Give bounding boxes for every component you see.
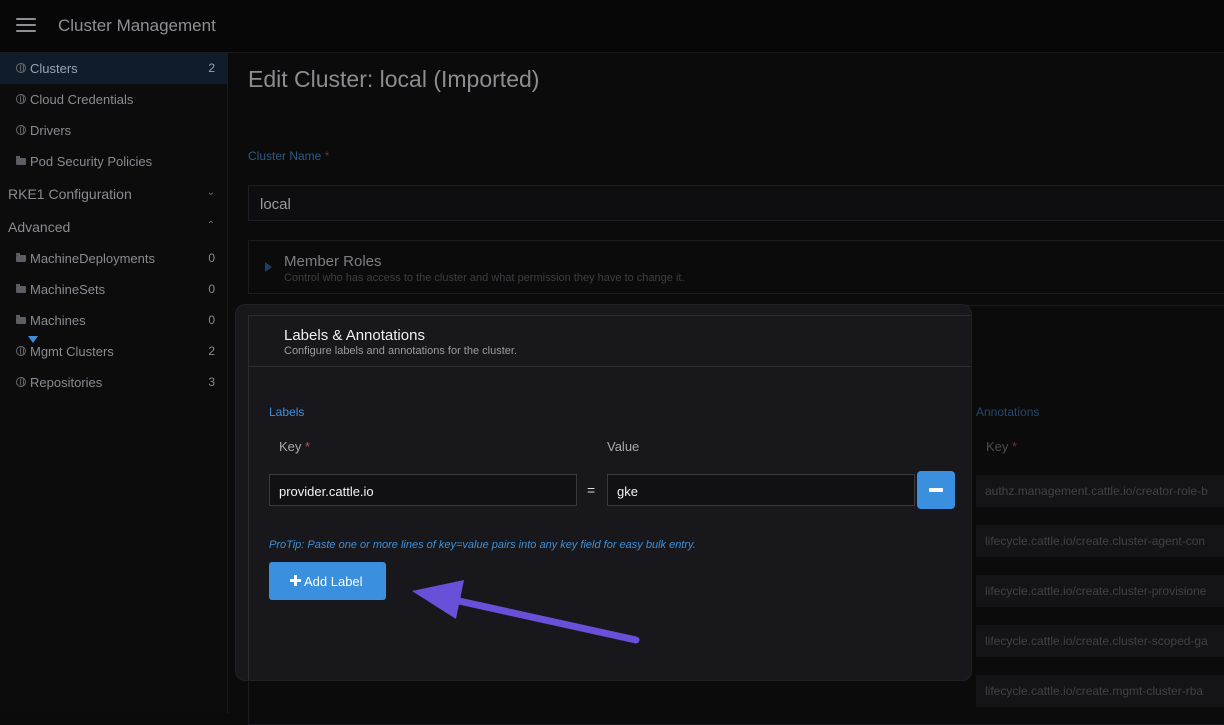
globe-icon	[16, 125, 26, 135]
labels-annotations-title: Labels & Annotations	[284, 327, 425, 344]
folder-icon	[16, 156, 26, 165]
cluster-name-label: Cluster Name *	[248, 149, 329, 163]
labels-annotations-header[interactable]: Labels & Annotations Configure labels an…	[248, 315, 971, 367]
sidebar-item-label: Repositories	[30, 375, 103, 390]
globe-icon	[16, 346, 26, 356]
sidebar-group-label: Advanced	[8, 219, 71, 235]
sidebar-item-repositories[interactable]: Repositories 3	[0, 367, 227, 398]
labels-annotations-panel: Labels & Annotations Configure labels an…	[236, 305, 971, 680]
sidebar-item-count: 0	[208, 282, 215, 296]
annotation-key-value: lifecycle.cattle.io/create.cluster-agent…	[985, 534, 1206, 548]
labels-annotations-subtitle: Configure labels and annotations for the…	[284, 345, 517, 357]
sidebar-group-rke1-configuration[interactable]: RKE1 Configuration ⌄	[0, 178, 227, 210]
labels-annotations-body	[248, 367, 971, 680]
sidebar-item-count: 0	[208, 251, 215, 265]
app-title: Cluster Management	[58, 16, 216, 35]
annotation-key-input[interactable]: authz.management.cattle.io/creator-role-…	[976, 475, 1224, 507]
annotations-key-header: Key *	[986, 439, 1017, 454]
sidebar: Clusters 2 Cloud Credentials Drivers Pod…	[0, 53, 228, 713]
add-label-button[interactable]: Add Label	[269, 562, 386, 600]
sidebar-group-label: RKE1 Configuration	[8, 186, 132, 202]
annotations-key-header-text: Key	[986, 439, 1009, 454]
folder-icon	[16, 253, 26, 262]
annotation-key-value: lifecycle.cattle.io/create.mgmt-cluster-…	[985, 684, 1204, 698]
plus-icon	[290, 575, 301, 586]
cluster-name-label-text: Cluster Name	[248, 149, 322, 163]
sidebar-item-count: 3	[208, 375, 215, 389]
key-column-header-text: Key	[279, 439, 302, 454]
sidebar-item-count: 2	[208, 61, 215, 75]
sidebar-item-clusters[interactable]: Clusters 2	[0, 53, 227, 84]
sidebar-item-label: Pod Security Policies	[30, 154, 153, 169]
label-value-input[interactable]: gke	[607, 474, 915, 506]
sidebar-item-cloud-credentials[interactable]: Cloud Credentials	[0, 84, 227, 115]
member-roles-subtitle: Control who has access to the cluster an…	[284, 272, 685, 284]
page-title: Edit Cluster: local (Imported)	[248, 66, 540, 92]
key-column-header: Key *	[279, 439, 310, 454]
chevron-up-icon: ⌃	[206, 220, 215, 231]
value-column-header: Value	[607, 439, 640, 454]
annotations-title: Annotations	[976, 405, 1040, 419]
sidebar-item-count: 2	[208, 344, 215, 358]
sidebar-item-label: Mgmt Clusters	[30, 344, 114, 359]
globe-icon	[16, 63, 26, 73]
expand-triangle-icon	[265, 262, 272, 272]
sidebar-item-machinedeployments[interactable]: MachineDeployments 0	[0, 243, 227, 274]
required-marker: *	[324, 149, 330, 163]
annotation-key-input[interactable]: lifecycle.cattle.io/create.cluster-provi…	[976, 575, 1224, 607]
required-marker: *	[1012, 439, 1018, 454]
sidebar-item-pod-security-policies[interactable]: Pod Security Policies	[0, 146, 227, 177]
sidebar-item-label: MachineSets	[30, 282, 106, 297]
equals-sign: =	[587, 482, 596, 498]
cluster-name-value: local	[260, 196, 291, 213]
sidebar-item-count: 0	[208, 313, 215, 327]
sidebar-item-machinesets[interactable]: MachineSets 0	[0, 274, 227, 305]
sidebar-item-label: Cloud Credentials	[30, 92, 134, 107]
hamburger-menu-icon[interactable]	[16, 17, 36, 33]
annotation-key-input[interactable]: lifecycle.cattle.io/create.mgmt-cluster-…	[976, 675, 1224, 707]
remove-label-button[interactable]	[917, 471, 955, 509]
label-key-value: provider.cattle.io	[279, 484, 374, 499]
collapse-triangle-icon[interactable]	[28, 336, 38, 343]
folder-icon	[16, 284, 26, 293]
protip-text: ProTip: Paste one or more lines of key=v…	[269, 539, 696, 551]
sidebar-item-label: MachineDeployments	[30, 251, 156, 266]
member-roles-section[interactable]: Member Roles Control who has access to t…	[248, 240, 1224, 294]
sidebar-item-label: Drivers	[30, 123, 72, 138]
sidebar-item-drivers[interactable]: Drivers	[0, 115, 227, 146]
folder-icon	[16, 315, 26, 324]
globe-icon	[16, 94, 26, 104]
required-marker: *	[305, 439, 311, 454]
chevron-down-icon: ⌄	[206, 187, 215, 198]
label-key-input[interactable]: provider.cattle.io	[269, 474, 577, 506]
top-header: Cluster Management	[0, 0, 1224, 53]
add-label-button-label: Add Label	[304, 574, 363, 589]
sidebar-item-label: Clusters	[30, 61, 78, 76]
member-roles-title: Member Roles	[284, 253, 382, 270]
annotation-key-input[interactable]: lifecycle.cattle.io/create.cluster-agent…	[976, 525, 1224, 557]
cluster-name-input[interactable]: local	[248, 185, 1224, 221]
sidebar-item-label: Machines	[30, 313, 86, 328]
sidebar-item-machines[interactable]: Machines 0	[0, 305, 227, 336]
annotation-key-value: lifecycle.cattle.io/create.cluster-provi…	[985, 584, 1207, 598]
label-value-value: gke	[617, 484, 638, 499]
annotation-key-value: authz.management.cattle.io/creator-role-…	[985, 484, 1208, 498]
annotation-key-value: lifecycle.cattle.io/create.cluster-scope…	[985, 634, 1208, 648]
globe-icon	[16, 377, 26, 387]
annotation-key-input[interactable]: lifecycle.cattle.io/create.cluster-scope…	[976, 625, 1224, 657]
sidebar-group-advanced[interactable]: Advanced ⌃	[0, 211, 227, 243]
labels-title: Labels	[269, 405, 305, 419]
